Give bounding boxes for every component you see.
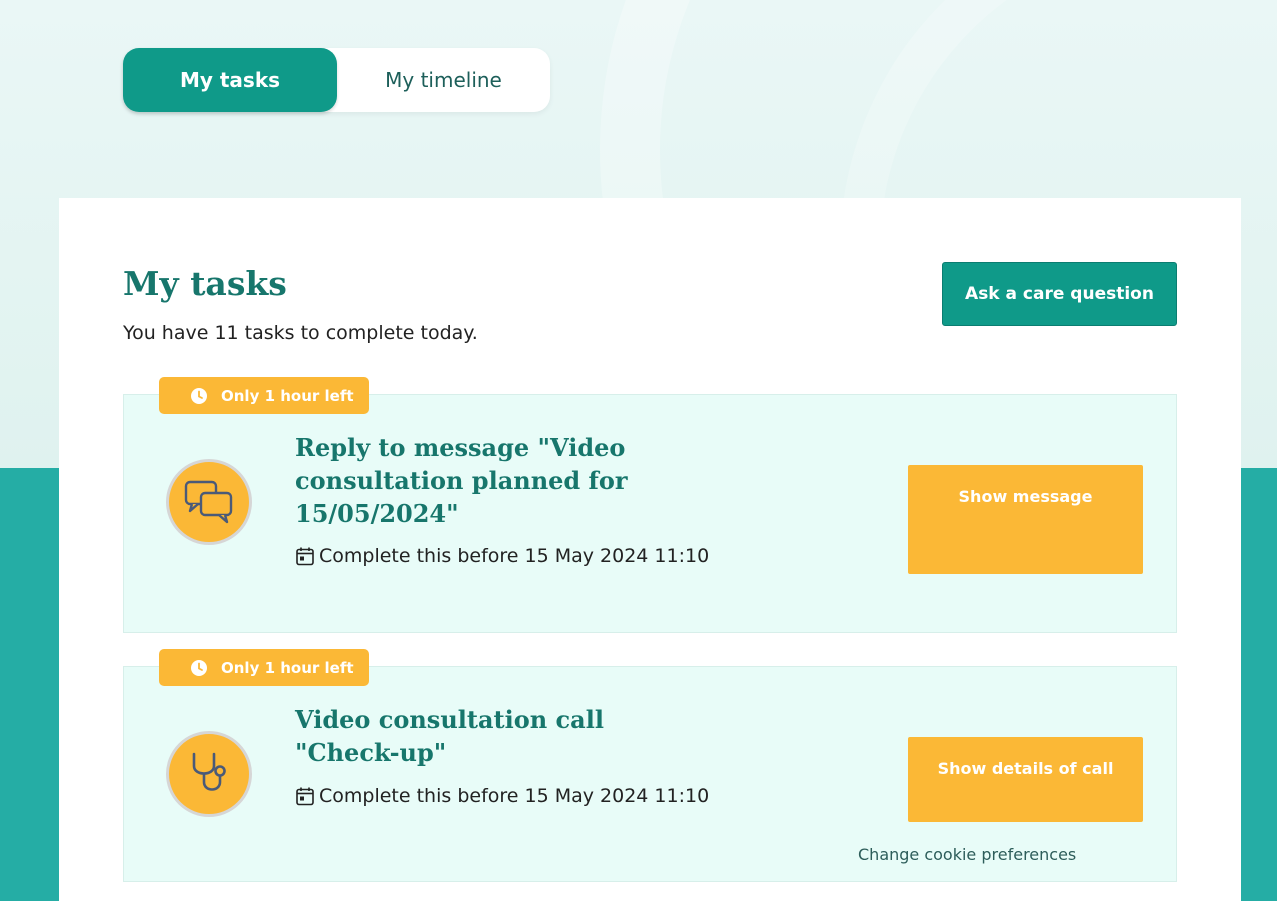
view-tabs: My tasks My timeline [123,48,550,112]
cookie-preferences-link[interactable]: Change cookie preferences [858,845,1076,864]
time-left-text: Only 1 hour left [221,658,354,677]
time-left-badge: Only 1 hour left [159,649,369,686]
tasks-count-text: You have 11 tasks to complete today. [123,322,478,344]
clock-icon [191,659,207,676]
task-title: Reply to message "Video consultation pla… [295,433,628,528]
deadline-text: Complete this before 15 May 2024 11:10 [319,785,710,807]
tab-my-tasks[interactable]: My tasks [123,48,337,112]
calendar-icon [296,547,314,566]
task-item: Only 1 hour left Video consultation call… [123,649,1177,882]
page-title: My tasks [123,264,287,303]
clock-icon [191,387,207,404]
tab-my-timeline[interactable]: My timeline [337,48,550,112]
show-call-details-button[interactable]: Show details of call [908,737,1143,822]
task-title: Video consultation call "Check-up" [295,705,604,767]
calendar-icon [296,787,314,806]
ask-care-question-button[interactable]: Ask a care question [942,262,1177,326]
deadline-text: Complete this before 15 May 2024 11:10 [319,545,710,567]
time-left-badge: Only 1 hour left [159,377,369,414]
time-left-text: Only 1 hour left [221,386,354,405]
task-deadline: Complete this before 15 May 2024 11:10 [295,785,709,807]
task-deadline: Complete this before 15 May 2024 11:10 [295,545,709,567]
chat-bubbles-icon [166,459,252,545]
tasks-card: My tasks You have 11 tasks to complete t… [59,198,1241,901]
stethoscope-icon [166,731,252,817]
task-item: Only 1 hour left Reply to message "Video… [123,377,1177,633]
show-message-button[interactable]: Show message [908,465,1143,574]
